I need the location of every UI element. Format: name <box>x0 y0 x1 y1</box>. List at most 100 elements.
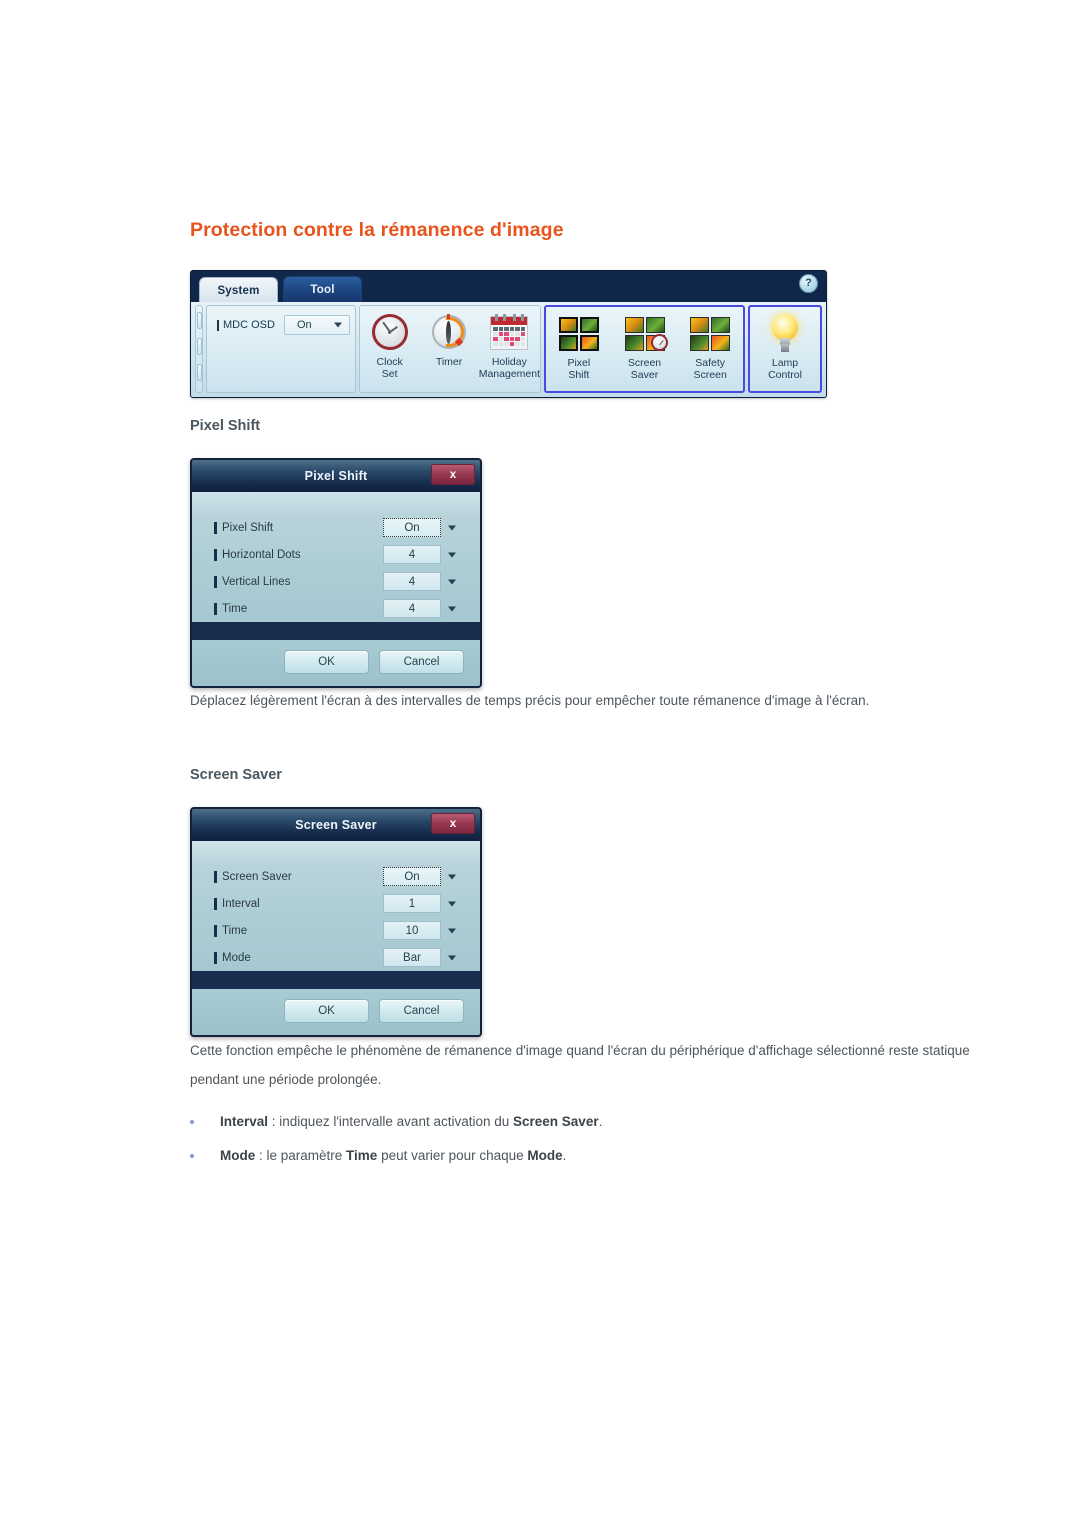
close-icon[interactable]: x <box>431 813 475 834</box>
ribbon-item-label: Screen Saver <box>627 357 662 381</box>
ribbon-group-osd: MDC OSD On <box>206 305 356 393</box>
pixel-shift-select[interactable]: On <box>383 518 458 537</box>
bullet-icon <box>190 1154 194 1158</box>
clock-group-items: Clock Set Timer Holiday Management <box>360 306 540 392</box>
chevron-down-icon <box>448 928 456 933</box>
list-item: Interval : indiquez l'intervalle avant a… <box>190 1105 1002 1139</box>
field-label: Vertical Lines <box>214 575 383 588</box>
edge-chip-3 <box>197 364 202 381</box>
chevron-down-icon <box>448 525 456 530</box>
ok-button[interactable]: OK <box>284 999 369 1023</box>
ribbon-body: MDC OSD On Clock Set Timer Holiday Manag… <box>191 302 826 397</box>
ribbon-item-label: Safety Screen <box>693 357 727 381</box>
mdc-osd-label-text: MDC OSD <box>223 319 275 331</box>
chevron-down-icon <box>333 322 342 328</box>
label-marker-icon <box>214 521 217 534</box>
time-value: 10 <box>383 921 441 940</box>
time-value: 4 <box>383 599 441 618</box>
ok-button[interactable]: OK <box>284 650 369 674</box>
screen-saver-value: On <box>383 867 441 886</box>
cancel-button[interactable]: Cancel <box>379 999 464 1023</box>
mdc-ribbon: System Tool ? MDC OSD On Clock Set Timer… <box>190 270 827 398</box>
label-marker-icon <box>214 924 217 937</box>
section-heading-pixel-shift: Pixel Shift <box>190 418 261 434</box>
close-icon[interactable]: x <box>431 464 475 485</box>
bullet-list: Interval : indiquez l'intervalle avant a… <box>190 1105 1002 1173</box>
horizontal-dots-select[interactable]: 4 <box>383 545 458 564</box>
vertical-lines-select[interactable]: 4 <box>383 572 458 591</box>
paragraph-pixel-shift: Déplacez légèrement l'écran à des interv… <box>190 693 870 708</box>
calendar-icon <box>488 312 530 354</box>
cancel-button[interactable]: Cancel <box>379 650 464 674</box>
protection-group-items: Pixel Shift Screen Saver Safety Screen <box>546 307 743 391</box>
ribbon-item-screen-saver[interactable]: Screen Saver <box>612 307 678 381</box>
field-row-interval: Interval 1 <box>214 890 458 917</box>
ribbon-item-holiday-management[interactable]: Holiday Management <box>479 306 540 380</box>
time-select[interactable]: 10 <box>383 921 458 940</box>
ribbon-item-pixel-shift[interactable]: Pixel Shift <box>546 307 612 381</box>
ribbon-group-clock: Clock Set Timer Holiday Management <box>359 305 541 393</box>
mdc-osd-select[interactable]: On <box>283 315 350 335</box>
ribbon-item-label: Pixel Shift <box>567 357 591 381</box>
chevron-down-icon <box>448 606 456 611</box>
screen-saver-select[interactable]: On <box>383 867 458 886</box>
ribbon-group-lamp: Lamp Control <box>748 305 822 393</box>
mode-value: Bar <box>383 948 441 967</box>
field-label-text: Time <box>222 602 248 615</box>
field-label: Time <box>214 602 383 615</box>
screen-saver-dialog-title: Screen Saver <box>295 818 377 832</box>
bullet-text: Mode : le paramètre Time peut varier pou… <box>220 1148 567 1163</box>
ribbon-item-label: Lamp Control <box>768 357 802 381</box>
lamp-icon <box>764 313 806 355</box>
ribbon-item-safety-screen[interactable]: Safety Screen <box>677 307 743 381</box>
time-select[interactable]: 4 <box>383 599 458 618</box>
bullet-text: Interval : indiquez l'intervalle avant a… <box>220 1114 603 1129</box>
ribbon-item-lamp-control[interactable]: Lamp Control <box>750 307 820 381</box>
mode-select[interactable]: Bar <box>383 948 458 967</box>
chevron-down-icon <box>448 874 456 879</box>
ribbon-item-clock-set[interactable]: Clock Set <box>360 306 419 380</box>
chevron-down-icon <box>448 901 456 906</box>
chevron-down-icon <box>448 579 456 584</box>
field-label: Interval <box>214 897 383 910</box>
interval-value: 1 <box>383 894 441 913</box>
paragraph-screen-saver: Cette fonction empêche le phénomène de r… <box>190 1043 970 1087</box>
vertical-lines-value: 4 <box>383 572 441 591</box>
screen-saver-dialog-body: Screen Saver On Interval 1 Time 10 Mode … <box>192 841 480 971</box>
tab-tool[interactable]: Tool <box>283 276 362 302</box>
ribbon-item-timer[interactable]: Timer <box>419 306 478 368</box>
screen-saver-dialog: Screen Saver x Screen Saver On Interval <box>190 807 482 1037</box>
field-row-mode: Mode Bar <box>214 944 458 971</box>
field-label-text: Pixel Shift <box>222 521 274 534</box>
pixel-shift-icon <box>558 313 600 355</box>
pixel-shift-dialog: Pixel Shift x Pixel Shift On Horizontal … <box>190 458 482 688</box>
tab-system[interactable]: System <box>199 277 278 304</box>
label-marker-icon <box>214 602 217 615</box>
screen-saver-titlebar: Screen Saver x <box>192 809 480 841</box>
field-label-text: Horizontal Dots <box>222 548 301 561</box>
lamp-group-items: Lamp Control <box>750 307 820 391</box>
interval-select[interactable]: 1 <box>383 894 458 913</box>
timer-icon <box>428 312 470 354</box>
mdc-osd-value: On <box>296 319 312 331</box>
edge-chip-1 <box>197 312 202 329</box>
mdc-osd-label: MDC OSD <box>217 319 275 331</box>
ribbon-item-label: Timer <box>435 356 463 368</box>
screen-saver-icon <box>624 313 668 355</box>
chevron-down-icon <box>448 552 456 557</box>
pixel-shift-titlebar: Pixel Shift x <box>192 460 480 492</box>
field-row-horizontal-dots: Horizontal Dots 4 <box>214 541 458 568</box>
field-label-text: Screen Saver <box>222 870 292 883</box>
label-marker-icon <box>214 548 217 561</box>
field-label: Time <box>214 924 383 937</box>
label-marker-icon <box>214 897 217 910</box>
screen-saver-dialog-footer: OK Cancel <box>192 989 480 1035</box>
ribbon-group-protection: Pixel Shift Screen Saver Safety Screen <box>544 305 745 393</box>
help-icon[interactable]: ? <box>799 274 818 293</box>
clock-icon <box>369 312 411 354</box>
label-marker-icon <box>214 951 217 964</box>
horizontal-dots-value: 4 <box>383 545 441 564</box>
label-marker-icon <box>214 575 217 588</box>
field-row-pixel-shift: Pixel Shift On <box>214 514 458 541</box>
field-row-vertical-lines: Vertical Lines 4 <box>214 568 458 595</box>
